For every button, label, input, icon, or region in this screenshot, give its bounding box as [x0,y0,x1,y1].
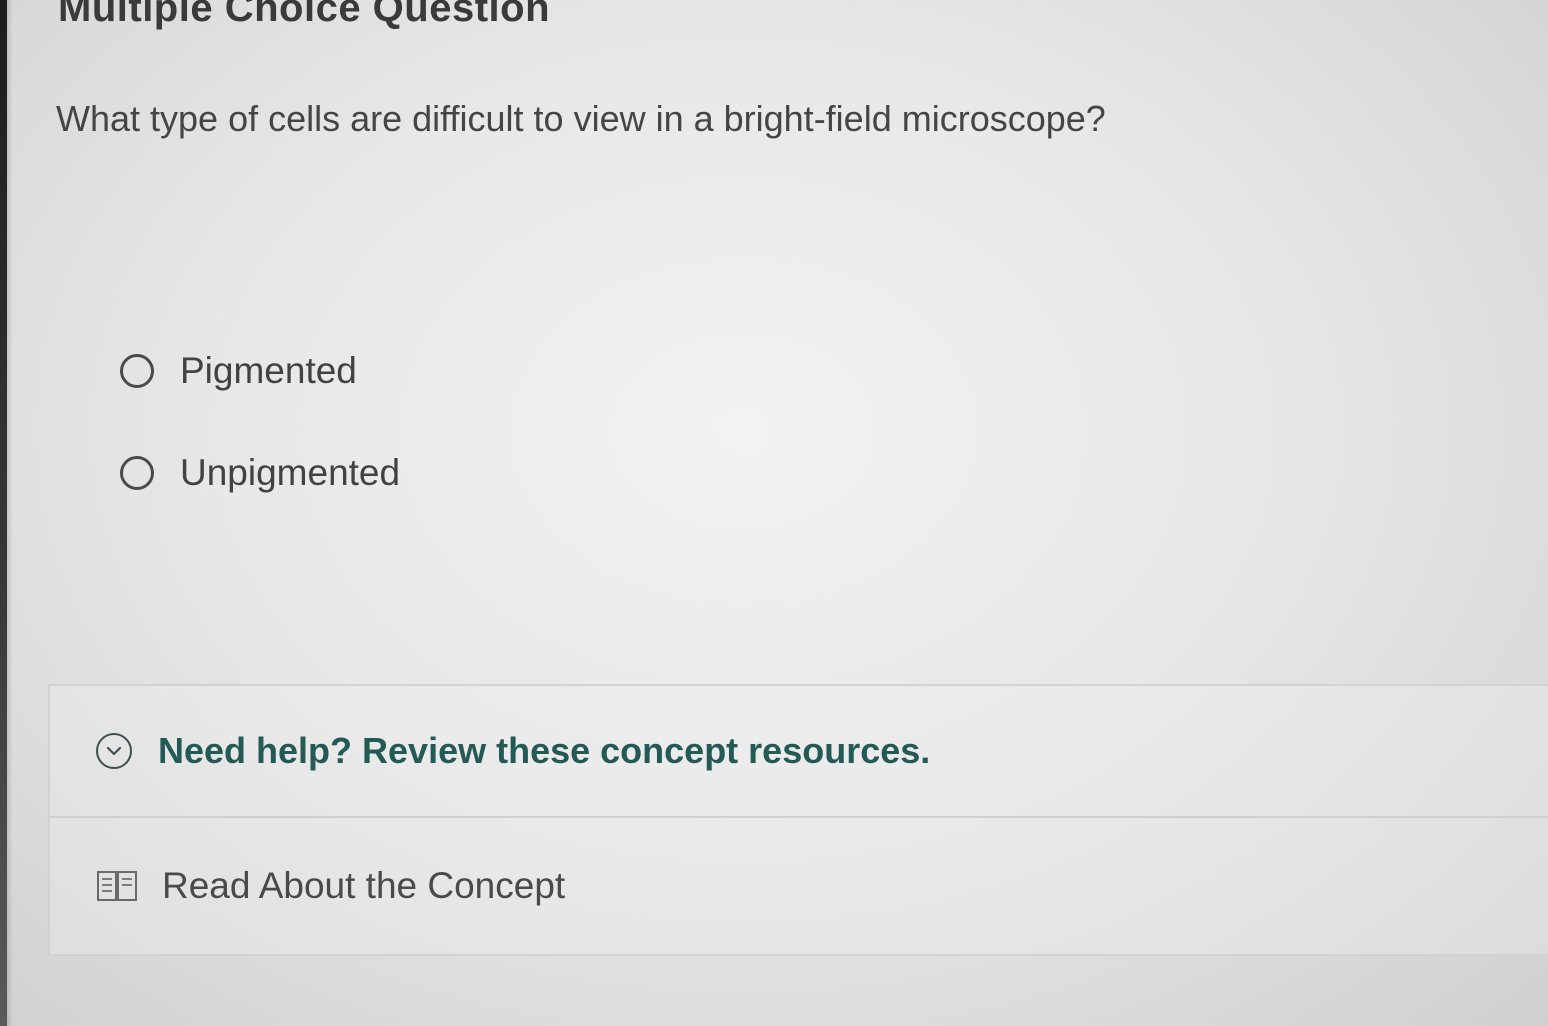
read-about-concept-label: Read About the Concept [162,865,566,906]
read-about-concept-link[interactable]: Read About the Concept [50,818,1548,954]
answer-option-pigmented[interactable]: Pigmented [120,350,357,392]
book-icon [96,869,138,903]
concept-resources-panel: Need help? Review these concept resource… [48,684,1548,956]
answer-option-label: Unpigmented [180,452,401,493]
screen-bezel [0,0,7,1026]
bezel-shadow [7,0,13,1026]
concept-resources-toggle-label: Need help? Review these concept resource… [158,730,931,771]
chevron-down-circle-icon[interactable] [96,733,132,769]
concept-resources-toggle[interactable]: Need help? Review these concept resource… [50,686,1548,818]
radio-button[interactable] [120,456,154,490]
answer-option-label: Pigmented [180,350,357,391]
question-text: What type of cells are difficult to view… [56,98,1106,139]
radio-button[interactable] [120,354,154,388]
answer-option-unpigmented[interactable]: Unpigmented [120,452,400,494]
question-type-heading: Multiple Choice Question [58,0,551,30]
